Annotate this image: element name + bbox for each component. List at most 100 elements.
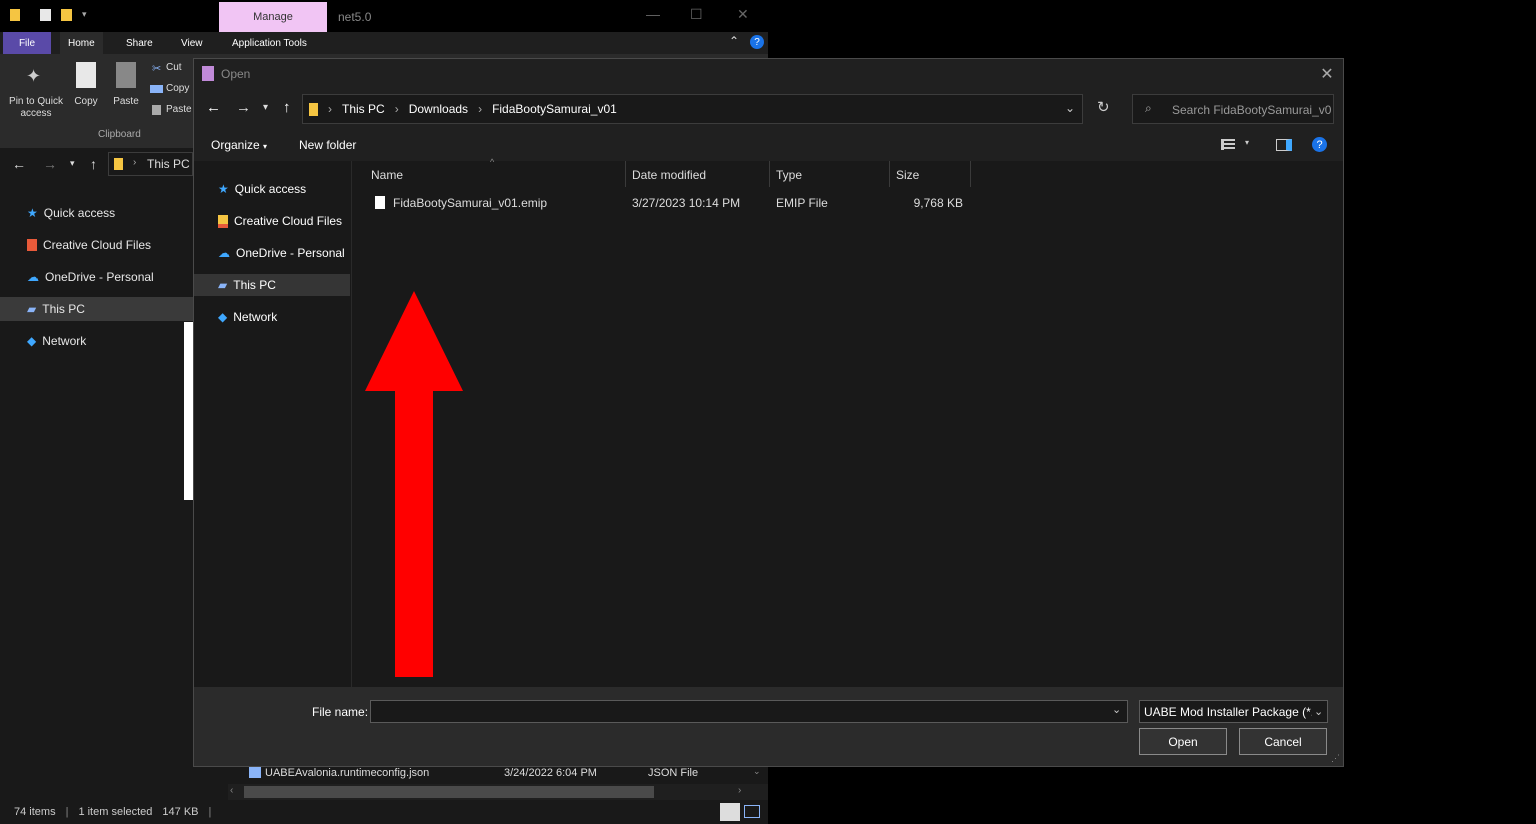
breadcrumb-current-folder[interactable]: FidaBootySamurai_v01 <box>492 102 617 116</box>
file-size: 9,768 KB <box>913 196 963 210</box>
organize-button[interactable]: Organize ▾ <box>211 138 267 152</box>
bg-sidebar-creative-cloud[interactable]: Creative Cloud Files <box>27 238 151 252</box>
creative-cloud-folder-icon <box>218 214 228 228</box>
file-name-dropdown-icon[interactable]: ⌄ <box>1112 703 1121 716</box>
copy-button[interactable]: Copy <box>70 96 102 107</box>
bg-sidebar-network[interactable]: ◆ Network <box>27 334 86 348</box>
new-folder-button[interactable]: New folder <box>299 138 356 152</box>
column-separator[interactable] <box>625 161 626 187</box>
refresh-icon[interactable]: ↻ <box>1097 98 1110 116</box>
tab-view[interactable]: View <box>173 32 211 54</box>
json-file-icon <box>249 767 261 778</box>
column-separator[interactable] <box>769 161 770 187</box>
nav-item-creative-cloud-files[interactable]: Creative Cloud Files <box>218 210 342 232</box>
nav-item-onedrive[interactable]: ☁ OneDrive - Personal <box>218 242 345 264</box>
paste-shortcut-button[interactable]: Paste <box>166 104 192 115</box>
minimize-icon[interactable]: — <box>646 6 660 22</box>
help-icon[interactable]: ? <box>750 35 764 49</box>
column-separator[interactable] <box>889 161 890 187</box>
search-placeholder: Search FidaBootySamurai_v01 <box>1172 103 1332 117</box>
selected-size: 147 KB <box>162 806 199 818</box>
address-bar[interactable]: › This PC › Downloads › FidaBootySamurai… <box>302 94 1083 124</box>
open-dialog: Open ✕ ← → ▾ ↑ › This PC › Downloads › F… <box>193 58 1344 767</box>
open-button[interactable]: Open <box>1139 728 1227 755</box>
close-icon[interactable]: ✕ <box>737 6 749 23</box>
up-icon[interactable]: ↑ <box>283 99 291 116</box>
copy-path-icon <box>150 85 163 93</box>
tab-application-tools[interactable]: Application Tools <box>224 32 315 54</box>
properties-icon[interactable] <box>40 9 51 21</box>
scroll-left-icon[interactable]: ‹ <box>230 785 233 796</box>
column-separator[interactable] <box>970 161 971 187</box>
scroll-right-icon[interactable]: › <box>738 785 741 796</box>
file-type-select[interactable]: UABE Mod Installer Package (*.emip) ⌄ <box>1139 700 1328 723</box>
background-file-row[interactable]: UABEAvalonia.runtimeconfig.json 3/24/202… <box>247 764 767 784</box>
file-row[interactable]: FidaBootySamurai_v01.emip 3/27/2023 10:1… <box>366 191 966 215</box>
chevron-right-icon: › <box>478 102 483 116</box>
view-options-dropdown-icon[interactable]: ▾ <box>1245 138 1249 147</box>
details-view-icon[interactable] <box>720 803 740 821</box>
background-address-bar[interactable]: › This PC <box>108 152 193 176</box>
navigation-pane: ★ Quick access Creative Cloud Files ☁ OneD… <box>194 161 351 687</box>
tab-home[interactable]: Home <box>60 32 103 54</box>
change-view-icon[interactable] <box>1221 139 1235 150</box>
recent-locations-icon[interactable]: ▾ <box>263 102 268 113</box>
file-icon <box>375 196 385 209</box>
breadcrumb-this-pc[interactable]: This PC <box>147 157 190 171</box>
back-icon[interactable]: ← <box>12 156 26 172</box>
scrollbar-thumb[interactable] <box>244 786 654 798</box>
dialog-title-bar: Open ✕ <box>194 59 1343 89</box>
paste-button[interactable]: Paste <box>110 96 142 107</box>
column-header-size[interactable]: Size <box>896 161 919 189</box>
nav-item-this-pc[interactable]: ▰ This PC <box>218 274 276 296</box>
folder-icon <box>10 9 20 21</box>
maximize-icon[interactable]: ☐ <box>690 6 703 23</box>
computer-icon: ▰ <box>27 302 37 316</box>
collapse-ribbon-icon[interactable]: ⌃ <box>729 34 739 48</box>
bg-sidebar-onedrive[interactable]: ☁ OneDrive - Personal <box>27 270 154 284</box>
bg-sidebar-quick-access[interactable]: ★ Quick access <box>27 206 115 220</box>
file-name: FidaBootySamurai_v01.emip <box>393 196 548 210</box>
up-icon[interactable]: ↑ <box>90 156 97 172</box>
forward-icon[interactable]: → <box>236 99 251 116</box>
address-dropdown-icon[interactable]: ⌄ <box>1065 101 1075 115</box>
status-bar: 74 items | 1 item selected 147 KB | <box>0 800 768 824</box>
background-pane-edge <box>184 322 193 500</box>
folder-icon <box>114 158 123 170</box>
nav-item-network[interactable]: ◆ Network <box>218 306 277 328</box>
back-icon[interactable]: ← <box>206 99 221 116</box>
bg-sidebar-this-pc[interactable]: ▰ This PC <box>27 302 85 316</box>
manage-tab[interactable]: Manage <box>219 2 327 32</box>
cancel-button[interactable]: Cancel <box>1239 728 1327 755</box>
pin-quick-access-button[interactable]: Pin to Quick access <box>4 96 68 120</box>
breadcrumb-downloads[interactable]: Downloads <box>409 102 468 116</box>
help-icon[interactable]: ? <box>1312 137 1327 152</box>
breadcrumb-this-pc[interactable]: This PC <box>342 102 385 116</box>
large-icons-view-icon[interactable] <box>744 805 760 818</box>
forward-icon[interactable]: → <box>43 156 57 172</box>
pin-icon: ✦ <box>26 66 42 86</box>
resize-grip-icon[interactable]: ⋰ <box>1331 753 1340 764</box>
column-header-date[interactable]: Date modified <box>632 161 706 189</box>
cloud-icon: ☁ <box>27 270 39 284</box>
cut-button[interactable]: Cut <box>166 62 182 73</box>
dialog-close-icon[interactable]: ✕ <box>1318 64 1336 84</box>
nav-item-quick-access[interactable]: ★ Quick access <box>218 178 306 200</box>
dialog-toolbar: Organize ▾ New folder ▾ ? <box>194 131 1343 161</box>
scroll-down-icon[interactable]: ⌄ <box>753 766 761 777</box>
bg-file-type: JSON File <box>648 767 699 779</box>
new-folder-icon[interactable] <box>61 9 72 21</box>
column-header-type[interactable]: Type <box>776 161 802 189</box>
file-name-input[interactable] <box>370 700 1128 723</box>
tab-file[interactable]: File <box>3 32 51 54</box>
recent-locations-icon[interactable]: ▾ <box>70 158 75 169</box>
dialog-title: Open <box>221 67 251 81</box>
search-box[interactable]: ⌕ Search FidaBootySamurai_v01 <box>1132 94 1334 124</box>
chevron-right-icon: › <box>328 102 332 116</box>
chevron-right-icon: › <box>394 102 399 116</box>
copy-path-button[interactable]: Copy <box>166 83 189 94</box>
tab-share[interactable]: Share <box>118 32 161 54</box>
column-header-name[interactable]: Name <box>371 161 403 189</box>
quick-access-dropdown-icon[interactable]: ▾ <box>82 9 87 20</box>
preview-pane-icon[interactable] <box>1276 139 1292 151</box>
